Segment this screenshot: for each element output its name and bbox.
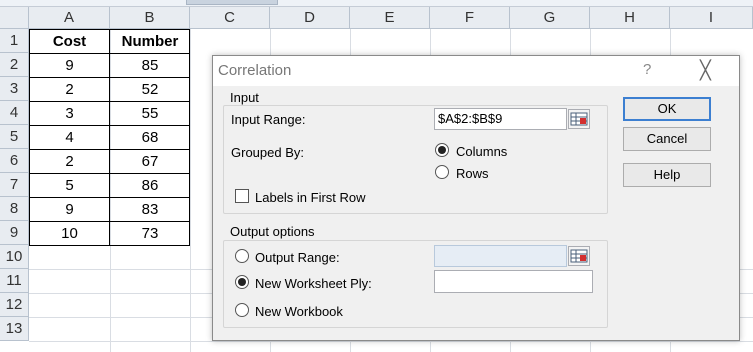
row-header-3[interactable]: 3 [0,77,29,101]
column-header-g[interactable]: G [510,7,590,29]
new-worksheet-ply-label[interactable]: New Worksheet Ply: [255,276,372,291]
row-header-12[interactable]: 12 [0,293,29,317]
input-range-label: Input Range: [231,112,306,127]
columns-radio[interactable] [435,143,449,157]
cell-b8[interactable]: 83 [110,198,190,222]
correlation-dialog: Correlation ? ╳ Input Input Range: $A$2:… [212,55,740,341]
cell-a9[interactable]: 10 [29,222,110,246]
cell-b1[interactable]: Number [110,30,190,54]
column-header-a[interactable]: A [29,7,110,29]
close-icon[interactable]: ╳ [700,60,711,81]
cell-b2[interactable]: 85 [110,54,190,78]
help-question-icon[interactable]: ? [643,61,651,78]
column-header-c[interactable]: C [190,7,270,29]
new-workbook-radio[interactable] [235,303,249,317]
cell-b4[interactable]: 55 [110,102,190,126]
cell-a5[interactable]: 4 [29,126,110,150]
horizontal-scrollbar[interactable] [0,0,753,7]
row-header-6[interactable]: 6 [0,149,29,173]
column-header-f[interactable]: F [430,7,510,29]
select-all-corner[interactable] [0,7,29,29]
input-group-label: Input [228,90,261,105]
output-options-label: Output options [228,224,317,239]
output-range-radio[interactable] [235,249,249,263]
cell-a7[interactable]: 5 [29,174,110,198]
row-header-2[interactable]: 2 [0,53,29,77]
cell-a1[interactable]: Cost [29,30,110,54]
range-select-icon [570,249,588,263]
column-header-i[interactable]: I [670,7,753,29]
rows-radio-label[interactable]: Rows [456,166,489,181]
cell-b9[interactable]: 73 [110,222,190,246]
row-header-11[interactable]: 11 [0,269,29,293]
row-header-1[interactable]: 1 [0,29,29,53]
grouped-by-label: Grouped By: [231,145,304,160]
cell-a4[interactable]: 3 [29,102,110,126]
scrollbar-thumb[interactable] [186,0,278,5]
cell-b5[interactable]: 68 [110,126,190,150]
rows-radio[interactable] [435,165,449,179]
cell-b3[interactable]: 52 [110,78,190,102]
cell-a6[interactable]: 2 [29,150,110,174]
input-range-field[interactable]: $A$2:$B$9 [434,108,567,130]
row-header-8[interactable]: 8 [0,197,29,221]
cell-a3[interactable]: 2 [29,78,110,102]
cell-a2[interactable]: 9 [29,54,110,78]
labels-first-row-label[interactable]: Labels in First Row [255,190,366,205]
help-button[interactable]: Help [623,163,711,187]
output-range-collapse-button[interactable] [568,246,590,266]
output-range-field[interactable] [434,245,567,267]
cancel-button[interactable]: Cancel [623,127,711,151]
dialog-titlebar[interactable]: Correlation ? ╳ [213,56,739,86]
column-header-e[interactable]: E [350,7,430,29]
row-header-7[interactable]: 7 [0,173,29,197]
labels-first-row-checkbox[interactable] [235,189,249,203]
columns-radio-label[interactable]: Columns [456,144,507,159]
gridline [190,29,191,352]
cell-b7[interactable]: 86 [110,174,190,198]
input-range-collapse-button[interactable] [568,109,590,129]
new-worksheet-ply-field[interactable] [434,270,593,293]
new-workbook-label[interactable]: New Workbook [255,304,343,319]
row-header-13[interactable]: 13 [0,317,29,341]
output-range-label[interactable]: Output Range: [255,250,340,265]
dialog-title: Correlation [218,62,292,79]
cell-b6[interactable]: 67 [110,150,190,174]
cell-a8[interactable]: 9 [29,198,110,222]
ok-button[interactable]: OK [623,97,711,121]
column-header-d[interactable]: D [270,7,350,29]
new-worksheet-ply-radio[interactable] [235,275,249,289]
column-header-h[interactable]: H [590,7,670,29]
range-select-icon [570,112,588,126]
row-header-10[interactable]: 10 [0,245,29,269]
row-header-5[interactable]: 5 [0,125,29,149]
column-header-b[interactable]: B [110,7,190,29]
row-header-9[interactable]: 9 [0,221,29,245]
row-header-4[interactable]: 4 [0,101,29,125]
gridline [29,341,753,342]
